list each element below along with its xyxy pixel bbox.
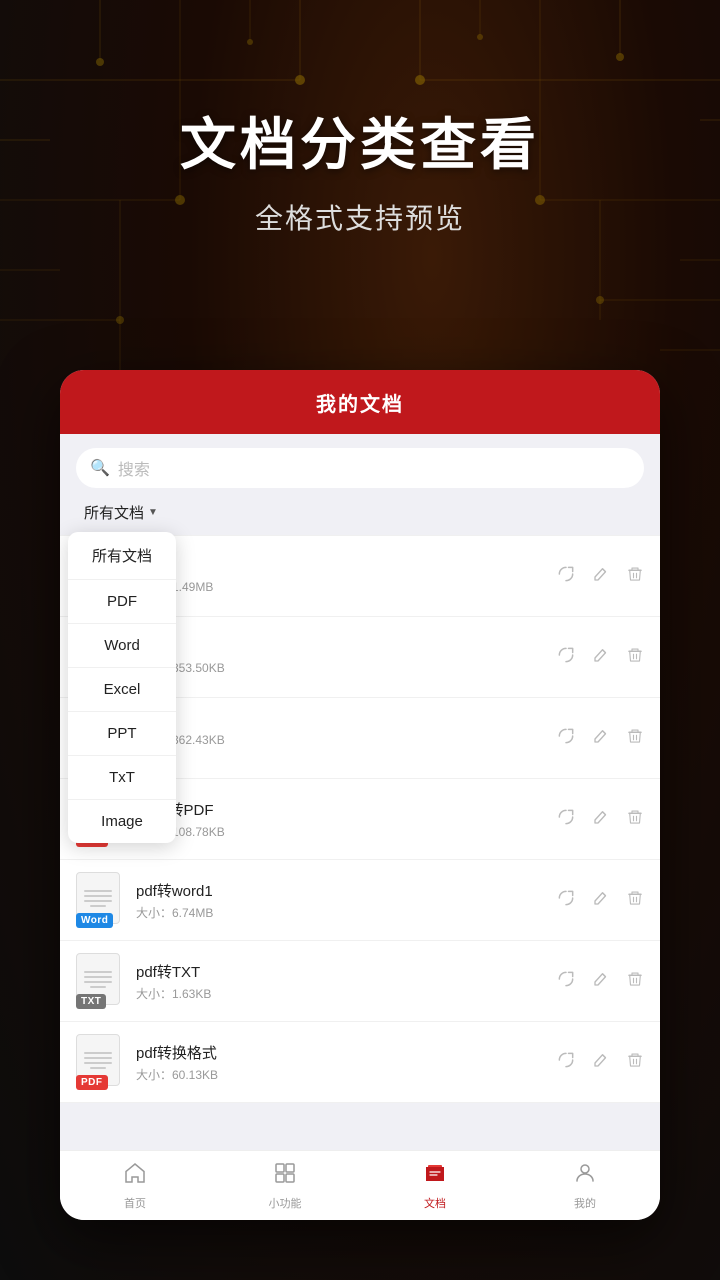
file-info: pdf转word1 大小：6.74MB [136,880,544,921]
file-item[interactable]: TXT pdf转TXT 大小：1.63KB [60,941,660,1022]
dropdown-item-pdf[interactable]: PDF [68,580,176,624]
card-header-title: 我的文档 [316,388,404,417]
search-placeholder: 搜索 [118,456,150,480]
file-badge: TXT [76,994,106,1009]
hero-subtitle: 全格式支持预览 [0,197,720,237]
nav-label-home: 首页 [124,1195,146,1211]
search-bar[interactable]: 🔍 搜索 [76,448,644,488]
file-name: word [136,558,544,575]
file-name: pdf转换格式 [136,1042,544,1063]
file-icon: TXT [76,953,124,1009]
file-name: pdf转word1 [136,880,544,901]
file-size: 大小：60.13KB [136,1066,544,1083]
file-actions [556,645,644,670]
dropdown-item-word[interactable]: Word [68,624,176,668]
file-size: 大小：6.74MB [136,904,544,921]
file-badge: PDF [76,1075,108,1090]
delete-icon[interactable] [626,888,644,913]
file-size: 大小：362.43KB [136,731,544,748]
file-name: word转PDF [136,799,544,820]
file-actions [556,888,644,913]
file-size: 大小：353.50KB [136,659,544,676]
filter-current-label: 所有文档 [84,502,144,523]
filter-row: 所有文档 ▼ 所有文档 PDF Word Excel PPT TxT Image [60,498,660,535]
file-badge: Word [76,913,113,928]
nav-label-tools: 小功能 [269,1195,302,1211]
nav-item-home[interactable]: 首页 [60,1161,210,1211]
dropdown-item-excel[interactable]: Excel [68,668,176,712]
file-actions [556,564,644,589]
delete-icon[interactable] [626,807,644,832]
file-size: 大小：1.63KB [136,985,544,1002]
file-size: 大小：1.49MB [136,578,544,595]
nav-item-mine[interactable]: 我的 [510,1161,660,1211]
file-actions [556,807,644,832]
delete-icon[interactable] [626,645,644,670]
file-item[interactable]: Word pdf转word1 大小：6.74MB [60,860,660,941]
file-actions [556,969,644,994]
dropdown-item-image[interactable]: Image [68,800,176,843]
file-info: word 大小：353.50KB [136,639,544,676]
share-icon[interactable] [556,645,576,670]
file-info: word转PDF 大小：108.78KB [136,799,544,840]
bottom-nav: 首页 小功能 文档 [60,1150,660,1220]
delete-icon[interactable] [626,1050,644,1075]
share-icon[interactable] [556,807,576,832]
edit-icon[interactable] [592,646,610,669]
file-size: 大小：108.78KB [136,823,544,840]
filter-arrow-icon: ▼ [148,507,158,518]
nav-item-docs[interactable]: 文档 [360,1161,510,1211]
card-ui: 我的文档 🔍 搜索 所有文档 ▼ 所有文档 PDF Word Excel PPT… [60,370,660,1220]
nav-label-mine: 我的 [574,1195,596,1211]
edit-icon[interactable] [592,565,610,588]
edit-icon[interactable] [592,1051,610,1074]
tools-icon [273,1161,297,1191]
nav-label-docs: 文档 [424,1195,446,1211]
nav-item-tools[interactable]: 小功能 [210,1161,360,1211]
share-icon[interactable] [556,888,576,913]
file-actions [556,1050,644,1075]
file-icon: Word [76,872,124,928]
delete-icon[interactable] [626,726,644,751]
edit-icon[interactable] [592,808,610,831]
file-icon: PDF [76,1034,124,1090]
dropdown-item-txt[interactable]: TxT [68,756,176,800]
file-name: word [136,639,544,656]
mine-icon [573,1161,597,1191]
home-icon [123,1161,147,1191]
share-icon[interactable] [556,564,576,589]
docs-icon [423,1161,447,1191]
edit-icon[interactable] [592,889,610,912]
file-actions [556,726,644,751]
file-info: 大小：362.43KB [136,728,544,748]
file-info: pdf转TXT 大小：1.63KB [136,961,544,1002]
hero-title: 文档分类查看 [0,100,720,181]
file-info: word 大小：1.49MB [136,558,544,595]
search-icon: 🔍 [90,458,110,478]
file-item[interactable]: PDF pdf转换格式 大小：60.13KB [60,1022,660,1103]
delete-icon[interactable] [626,969,644,994]
share-icon[interactable] [556,1050,576,1075]
edit-icon[interactable] [592,727,610,750]
hero-section: 文档分类查看 全格式支持预览 [0,100,720,237]
filter-button[interactable]: 所有文档 ▼ [76,498,166,527]
edit-icon[interactable] [592,970,610,993]
card-header: 我的文档 [60,370,660,434]
share-icon[interactable] [556,969,576,994]
delete-icon[interactable] [626,564,644,589]
file-name: pdf转TXT [136,961,544,982]
dropdown-item-ppt[interactable]: PPT [68,712,176,756]
file-info: pdf转换格式 大小：60.13KB [136,1042,544,1083]
filter-dropdown: 所有文档 PDF Word Excel PPT TxT Image [68,532,176,843]
dropdown-item-all[interactable]: 所有文档 [68,532,176,580]
share-icon[interactable] [556,726,576,751]
